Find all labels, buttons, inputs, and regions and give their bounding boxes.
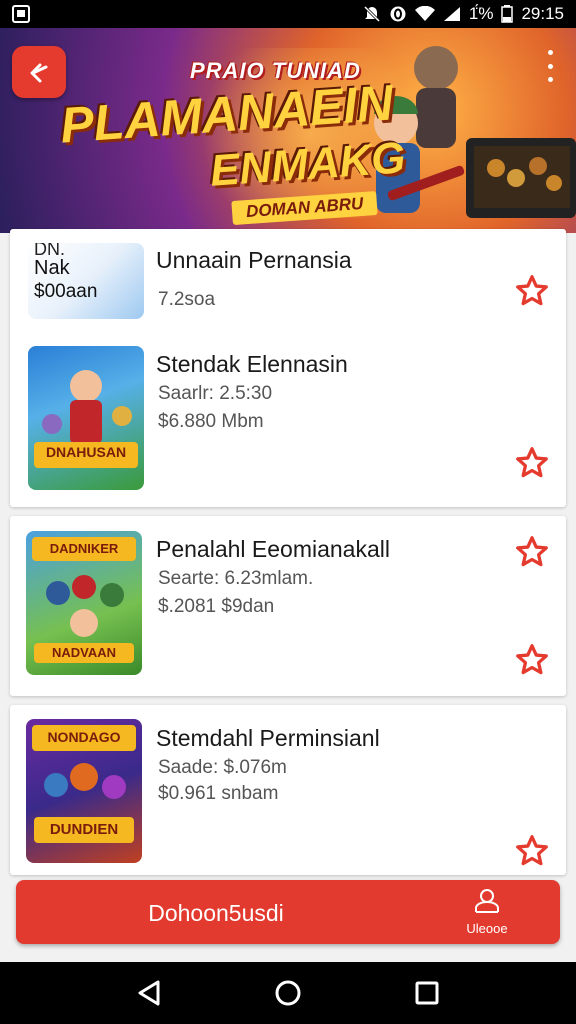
thumb-text: NADVAAN (51, 645, 117, 660)
game-title: Stemdahl Perminsianl (156, 725, 380, 751)
game-meta: $0.961 snbam (158, 783, 279, 804)
profile-button-label: Uleooe (466, 921, 508, 936)
favorite-star-icon[interactable] (514, 534, 550, 570)
thumbnail-art (34, 370, 138, 468)
battery-icon (501, 5, 514, 23)
primary-action-button[interactable]: Dohoon5usdi Uleooe (16, 880, 560, 944)
game-meta: $6.880 Mbm (158, 411, 264, 432)
game-thumbnail: DADNIKER NADVAAN (26, 531, 142, 675)
game-thumbnail: DN. Nak $00aan (28, 243, 144, 319)
list-item[interactable]: DADNIKER NADVAAN Penalahl Eeomianakall S… (10, 516, 566, 696)
list-item[interactable]: DN. Nak $00aan Unnaain Pernansia 7.2soa … (10, 229, 566, 507)
thumb-text: NONDAGO (47, 729, 121, 745)
profile-button[interactable]: Uleooe (442, 888, 532, 936)
signal-icon (443, 7, 460, 21)
clock: 29:15 (521, 4, 564, 23)
favorite-star-icon[interactable] (514, 833, 550, 869)
user-icon (475, 889, 499, 913)
thumb-text: DADNIKER (49, 541, 119, 556)
game-thumbnail: NONDAGO DUNDIEN (26, 719, 142, 863)
thumb-text: DUNDIEN (49, 821, 119, 838)
battery-text: 1̈́% (468, 4, 494, 23)
wifi-icon (414, 6, 435, 21)
notification-app-icon (12, 5, 30, 23)
game-meta: Searte: 6.23mlam. (158, 568, 314, 589)
game-title: Unnaain Pernansia (156, 247, 352, 273)
system-nav-bar (0, 962, 576, 1024)
thumb-text: DNAHUSAN (45, 444, 127, 460)
sync-icon (390, 6, 406, 22)
favorite-star-icon[interactable] (514, 445, 550, 481)
primary-action-label: Dohoon5usdi (148, 900, 284, 926)
nav-recents-icon[interactable] (414, 980, 440, 1006)
status-bar: 1̈́% 29:15 (0, 0, 576, 28)
back-arrow-icon (30, 63, 48, 83)
favorite-star-icon[interactable] (514, 642, 550, 678)
more-dot-icon (547, 77, 553, 82)
thumb-text: $00aan (34, 281, 98, 302)
game-title: Stendak Elennasin (156, 351, 348, 377)
more-dot-icon (547, 50, 553, 55)
nav-back-icon[interactable] (136, 979, 162, 1007)
thumb-text: Nak (34, 257, 70, 279)
favorite-star-icon[interactable] (514, 273, 550, 309)
game-meta: $.2081 $9dan (158, 596, 275, 617)
game-thumbnail: DNAHUSAN (28, 346, 144, 490)
game-meta: Saarlr: 2.5:30 (158, 383, 273, 404)
more-options-button[interactable] (542, 50, 558, 82)
nav-home-icon[interactable] (274, 979, 302, 1007)
mute-icon (363, 5, 380, 23)
game-banner: PRAIO TUNIAD PLAMANAEIN ENMAKG DOMAN ABR… (0, 28, 576, 233)
back-button[interactable] (12, 46, 66, 98)
more-dot-icon (547, 63, 553, 69)
game-title: Penalahl Eeomianakall (156, 536, 390, 562)
list-item[interactable]: NONDAGO DUNDIEN Stemdahl Perminsianl Saa… (10, 705, 566, 875)
game-meta: 7.2soa (158, 289, 216, 310)
game-meta: Saade: $.076m (158, 757, 287, 778)
